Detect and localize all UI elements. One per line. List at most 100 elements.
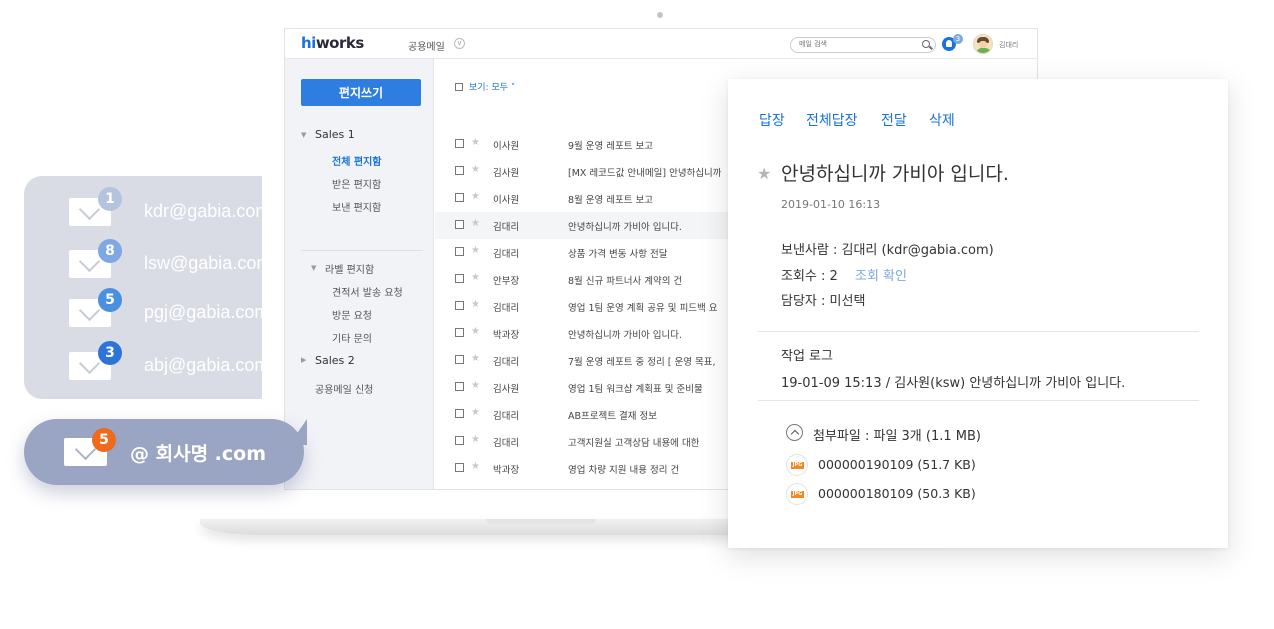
sidebar-divider bbox=[301, 250, 423, 251]
row-subject[interactable]: 상품 가격 변동 사항 전달 bbox=[568, 246, 667, 260]
account-row[interactable]: 1 kdr@gabia.com bbox=[24, 187, 262, 232]
compose-button[interactable]: 편지쓰기 bbox=[301, 79, 421, 106]
star-icon[interactable]: ★ bbox=[471, 137, 480, 148]
sidebar-item-other-inquiry[interactable]: 기타 문의 bbox=[332, 330, 372, 345]
mail-assignee[interactable]: 담당자 : 미선택 bbox=[781, 290, 865, 309]
row-sender: 이사원 bbox=[493, 195, 520, 206]
row-checkbox[interactable] bbox=[455, 409, 464, 418]
shared-mail-title[interactable]: 공용메일 bbox=[408, 38, 445, 53]
row-checkbox[interactable] bbox=[455, 436, 464, 445]
work-log-title: 작업 로그 bbox=[781, 349, 833, 364]
jpg-file-icon bbox=[786, 483, 808, 505]
reply-button[interactable]: 답장 bbox=[759, 110, 785, 130]
sidebar-item-quote-request[interactable]: 견적서 발송 요청 bbox=[332, 284, 403, 299]
row-subject[interactable]: 8월 운영 레포트 보고 bbox=[568, 192, 653, 206]
sidebar-group-sales1[interactable]: Sales 1 bbox=[315, 128, 355, 141]
user-name[interactable]: 김대리 bbox=[999, 40, 1018, 50]
row-sender: 김대리 bbox=[493, 222, 520, 233]
row-checkbox[interactable] bbox=[455, 301, 464, 310]
star-icon[interactable]: ★ bbox=[471, 407, 480, 418]
unread-badge: 1 bbox=[98, 187, 122, 211]
star-icon[interactable]: ★ bbox=[471, 164, 480, 175]
star-icon[interactable]: ★ bbox=[471, 353, 480, 364]
mail-sender: 보낸사람 : 김대리 (kdr@gabia.com) bbox=[781, 243, 994, 258]
row-subject[interactable]: 8월 신규 파트너사 계약의 건 bbox=[568, 273, 682, 287]
row-sender: 박과장 bbox=[493, 489, 519, 490]
row-sender: 김대리 bbox=[493, 249, 520, 260]
top-header: hiworks 공용메일 v 3 김대리 bbox=[285, 29, 1037, 59]
star-icon[interactable]: ★ bbox=[471, 380, 480, 391]
row-checkbox[interactable] bbox=[455, 382, 464, 391]
sidebar-item-shared-request[interactable]: 공용메일 신청 bbox=[315, 381, 373, 396]
unread-badge: 3 bbox=[98, 341, 122, 365]
account-row[interactable]: 5 pgj@gabia.com bbox=[24, 288, 262, 333]
attachment-file[interactable]: 000000180109 (50.3 KB) bbox=[818, 486, 976, 501]
view-check-link[interactable]: 조회 확인 bbox=[855, 265, 907, 284]
star-icon[interactable]: ★ bbox=[471, 434, 480, 445]
row-subject[interactable]: 안녕하십니까 가비아 입니다. bbox=[568, 219, 682, 233]
star-icon[interactable]: ★ bbox=[471, 245, 480, 256]
row-checkbox[interactable] bbox=[455, 247, 464, 256]
row-sender: 김사원 bbox=[493, 168, 520, 179]
attachment-file[interactable]: 000000190109 (51.7 KB) bbox=[818, 457, 976, 472]
search-input[interactable] bbox=[799, 40, 919, 48]
account-email: pgj@gabia.com bbox=[144, 302, 262, 322]
star-icon[interactable]: ★ bbox=[471, 272, 480, 283]
search-icon[interactable] bbox=[922, 40, 930, 48]
row-checkbox[interactable] bbox=[455, 139, 464, 148]
star-icon[interactable]: ★ bbox=[471, 191, 480, 202]
row-checkbox[interactable] bbox=[455, 463, 464, 472]
avatar[interactable] bbox=[973, 34, 993, 54]
row-subject[interactable]: 영업 1팀 워크샵 계획표 및 준비물 bbox=[568, 381, 703, 395]
star-icon[interactable]: ★ bbox=[471, 218, 480, 229]
mail-date: 2019-01-10 16:13 bbox=[781, 198, 881, 211]
collapse-triangle-icon[interactable]: ▼ bbox=[301, 131, 306, 139]
sidebar-item-sent[interactable]: 보낸 편지함 bbox=[332, 199, 381, 214]
row-checkbox[interactable] bbox=[455, 193, 464, 202]
row-checkbox[interactable] bbox=[455, 166, 464, 175]
row-subject[interactable]: 7월 운영 레포트 중 정리 [ 운영 목표, bbox=[568, 354, 716, 368]
delete-button[interactable]: 삭제 bbox=[929, 110, 955, 130]
mail-subject: 안녕하십니까 가비아 입니다. bbox=[781, 163, 1009, 185]
sidebar-item-all-mail[interactable]: 전체 편지함 bbox=[332, 153, 381, 168]
star-icon[interactable]: ★ bbox=[471, 326, 480, 337]
expand-triangle-icon[interactable]: ▶ bbox=[301, 356, 306, 364]
laptop-camera bbox=[657, 12, 663, 18]
collapse-triangle-icon[interactable]: ▼ bbox=[311, 264, 316, 272]
row-sender: 김대리 bbox=[493, 357, 520, 368]
row-subject[interactable]: [MX 레코드값 안내메일] 안녕하십니까 bbox=[568, 489, 722, 490]
row-checkbox[interactable] bbox=[455, 220, 464, 229]
row-subject[interactable]: 영업 1팀 운영 계획 공유 및 피드백 요 bbox=[568, 300, 718, 314]
star-icon[interactable]: ★ bbox=[757, 164, 771, 183]
row-subject[interactable]: 안녕하십니까 가비아 입니다. bbox=[568, 327, 682, 341]
row-subject[interactable]: 고객지원실 고객상담 내용에 대한 bbox=[568, 435, 699, 449]
row-checkbox[interactable] bbox=[455, 274, 464, 283]
row-subject[interactable]: 영업 차량 지원 내용 정리 건 bbox=[568, 462, 679, 476]
row-sender: 이사원 bbox=[493, 141, 520, 152]
row-checkbox[interactable] bbox=[455, 328, 464, 337]
reply-all-button[interactable]: 전체답장 bbox=[806, 110, 858, 130]
collapse-attachments-icon[interactable] bbox=[786, 424, 803, 441]
work-log-entry: 19-01-09 15:13 / 김사원(ksw) 안녕하십니까 가비아 입니다… bbox=[781, 376, 1126, 391]
star-icon[interactable]: ★ bbox=[471, 299, 480, 310]
account-row[interactable]: 3 abj@gabia.com bbox=[24, 341, 262, 386]
hiworks-logo[interactable]: hiworks bbox=[301, 34, 364, 52]
star-icon[interactable]: ★ bbox=[471, 488, 480, 489]
row-sender: 박과장 bbox=[493, 330, 520, 341]
company-mail-bubble[interactable]: 5 @ 회사명 .com bbox=[24, 419, 307, 485]
row-subject[interactable]: AB프로젝트 결재 정보 bbox=[568, 408, 657, 422]
view-filter[interactable]: 보기: 모두 ˅ bbox=[455, 80, 515, 93]
row-checkbox[interactable] bbox=[455, 355, 464, 364]
select-all-checkbox[interactable] bbox=[455, 83, 463, 91]
sidebar-item-label-box[interactable]: 라벨 편지함 bbox=[325, 261, 374, 276]
account-row[interactable]: 8 lsw@gabia.com bbox=[24, 239, 262, 284]
sidebar-group-sales2[interactable]: Sales 2 bbox=[315, 354, 355, 367]
star-icon[interactable]: ★ bbox=[471, 461, 480, 472]
sidebar-item-visit-request[interactable]: 방문 요청 bbox=[332, 307, 372, 322]
chevron-down-icon[interactable]: v bbox=[454, 38, 465, 49]
sidebar-item-inbox[interactable]: 받은 편지함 bbox=[332, 176, 381, 191]
row-sender: 안부장 bbox=[493, 276, 520, 287]
row-subject[interactable]: 9월 운영 레포트 보고 bbox=[568, 138, 653, 152]
row-subject[interactable]: [MX 레코드값 안내메일] 안녕하십니까 bbox=[568, 165, 722, 179]
forward-button[interactable]: 전달 bbox=[881, 110, 907, 130]
